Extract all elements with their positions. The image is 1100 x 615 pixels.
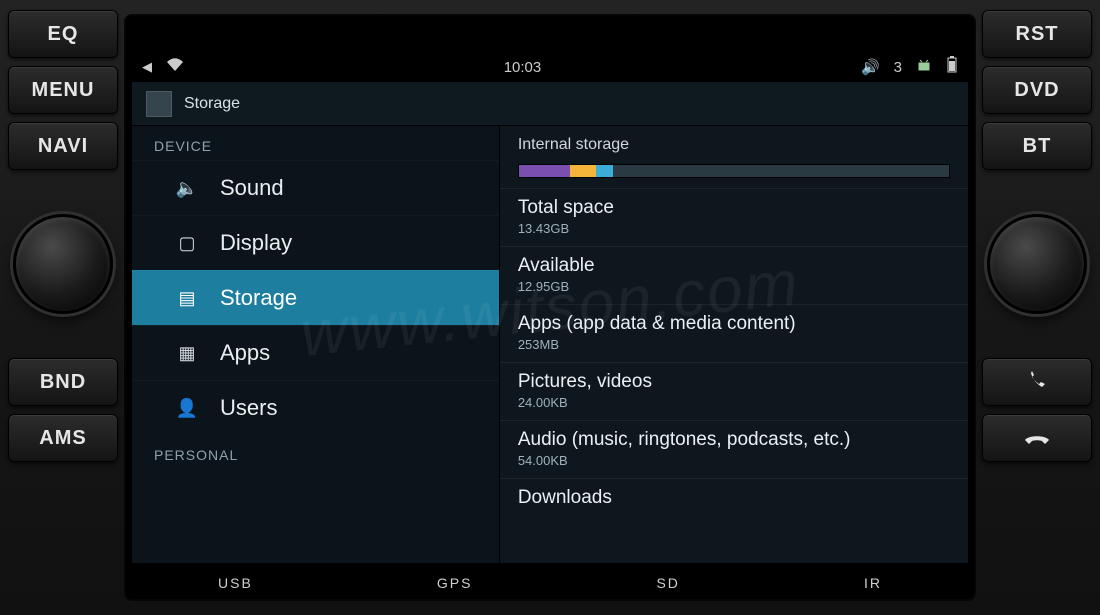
row-title: Total space	[518, 197, 950, 219]
row-title: Downloads	[518, 487, 950, 509]
sd-label: SD	[656, 575, 679, 591]
volume-level: 3	[894, 59, 902, 76]
tune-knob[interactable]	[987, 214, 1087, 314]
row-sub: 13.43GB	[518, 221, 950, 236]
ir-label: IR	[864, 575, 882, 591]
gps-label: GPS	[437, 575, 473, 591]
navi-button[interactable]: NAVI	[8, 122, 118, 170]
settings-panes: DEVICE 🔈 Sound ▢ Display ▤ Storage ▦	[132, 126, 968, 563]
row-apps[interactable]: Apps (app data & media content) 253MB	[500, 304, 968, 362]
internal-storage-header: Internal storage	[500, 126, 968, 160]
display-icon: ▢	[176, 232, 198, 254]
right-button-column: RST DVD BT	[982, 10, 1092, 462]
nav-label: Apps	[220, 340, 270, 366]
nav-label: Sound	[220, 175, 284, 201]
row-audio[interactable]: Audio (music, ringtones, podcasts, etc.)…	[500, 420, 968, 478]
nav-item-sound[interactable]: 🔈 Sound	[132, 160, 499, 215]
row-pictures[interactable]: Pictures, videos 24.00KB	[500, 362, 968, 420]
bottom-port-labels: USB GPS SD IR	[126, 571, 974, 595]
usb-label: USB	[218, 575, 253, 591]
phone-answer-button[interactable]	[982, 358, 1092, 406]
usage-seg-audio	[596, 165, 613, 177]
row-total-space[interactable]: Total space 13.43GB	[500, 188, 968, 246]
left-button-column: EQ MENU NAVI BND AMS	[8, 10, 118, 462]
section-header-device: DEVICE	[132, 126, 499, 160]
storage-usage-bar	[518, 164, 950, 178]
bnd-button[interactable]: BND	[8, 358, 118, 406]
screen-bezel: ◀ 10:03 🔊 3	[124, 14, 976, 601]
status-bar: ◀ 10:03 🔊 3	[132, 52, 968, 82]
android-icon	[916, 57, 932, 77]
nav-item-storage[interactable]: ▤ Storage	[132, 270, 499, 325]
phone-icon	[1025, 370, 1049, 394]
rst-button[interactable]: RST	[982, 10, 1092, 58]
row-title: Apps (app data & media content)	[518, 313, 950, 335]
phone-hangup-button[interactable]	[982, 414, 1092, 462]
ams-button[interactable]: AMS	[8, 414, 118, 462]
apps-icon: ▦	[176, 342, 198, 364]
section-header-personal: PERSONAL	[132, 435, 499, 469]
row-title: Pictures, videos	[518, 371, 950, 393]
row-available[interactable]: Available 12.95GB	[500, 246, 968, 304]
phone-hangup-icon	[1024, 428, 1050, 448]
nav-item-users[interactable]: 👤 Users	[132, 380, 499, 435]
row-sub: 24.00KB	[518, 395, 950, 410]
usage-seg-free	[613, 165, 949, 177]
nav-label: Display	[220, 230, 292, 256]
back-nav-icon[interactable]: ◀	[142, 59, 152, 75]
eq-button[interactable]: EQ	[8, 10, 118, 58]
battery-icon	[946, 56, 958, 78]
row-sub: 12.95GB	[518, 279, 950, 294]
row-downloads[interactable]: Downloads	[500, 478, 968, 521]
nav-label: Storage	[220, 285, 297, 311]
head-unit: EQ MENU NAVI BND AMS RST DVD BT ◀	[0, 0, 1100, 615]
volume-icon: 🔊	[861, 58, 880, 76]
nav-item-apps[interactable]: ▦ Apps	[132, 325, 499, 380]
storage-icon: ▤	[176, 287, 198, 309]
nav-item-display[interactable]: ▢ Display	[132, 215, 499, 270]
app-bar-title: Storage	[184, 95, 240, 113]
sound-icon: 🔈	[176, 177, 198, 199]
wifi-icon	[166, 58, 184, 76]
users-icon: 👤	[176, 397, 198, 419]
dvd-button[interactable]: DVD	[982, 66, 1092, 114]
android-screen: ◀ 10:03 🔊 3	[132, 52, 968, 563]
usage-seg-apps	[519, 165, 571, 177]
settings-app-bar: Storage	[132, 82, 968, 126]
row-sub: 253MB	[518, 337, 950, 352]
storage-detail: Internal storage Total space 13.43GB Ava…	[500, 126, 968, 563]
bt-button[interactable]: BT	[982, 122, 1092, 170]
storage-app-icon	[146, 91, 172, 117]
row-sub: 54.00KB	[518, 453, 950, 468]
settings-nav: DEVICE 🔈 Sound ▢ Display ▤ Storage ▦	[132, 126, 500, 563]
row-title: Audio (music, ringtones, podcasts, etc.)	[518, 429, 950, 451]
volume-knob[interactable]	[13, 214, 113, 314]
nav-label: Users	[220, 395, 277, 421]
usage-seg-media	[570, 165, 596, 177]
menu-button[interactable]: MENU	[8, 66, 118, 114]
status-clock: 10:03	[184, 59, 861, 76]
row-title: Available	[518, 255, 950, 277]
